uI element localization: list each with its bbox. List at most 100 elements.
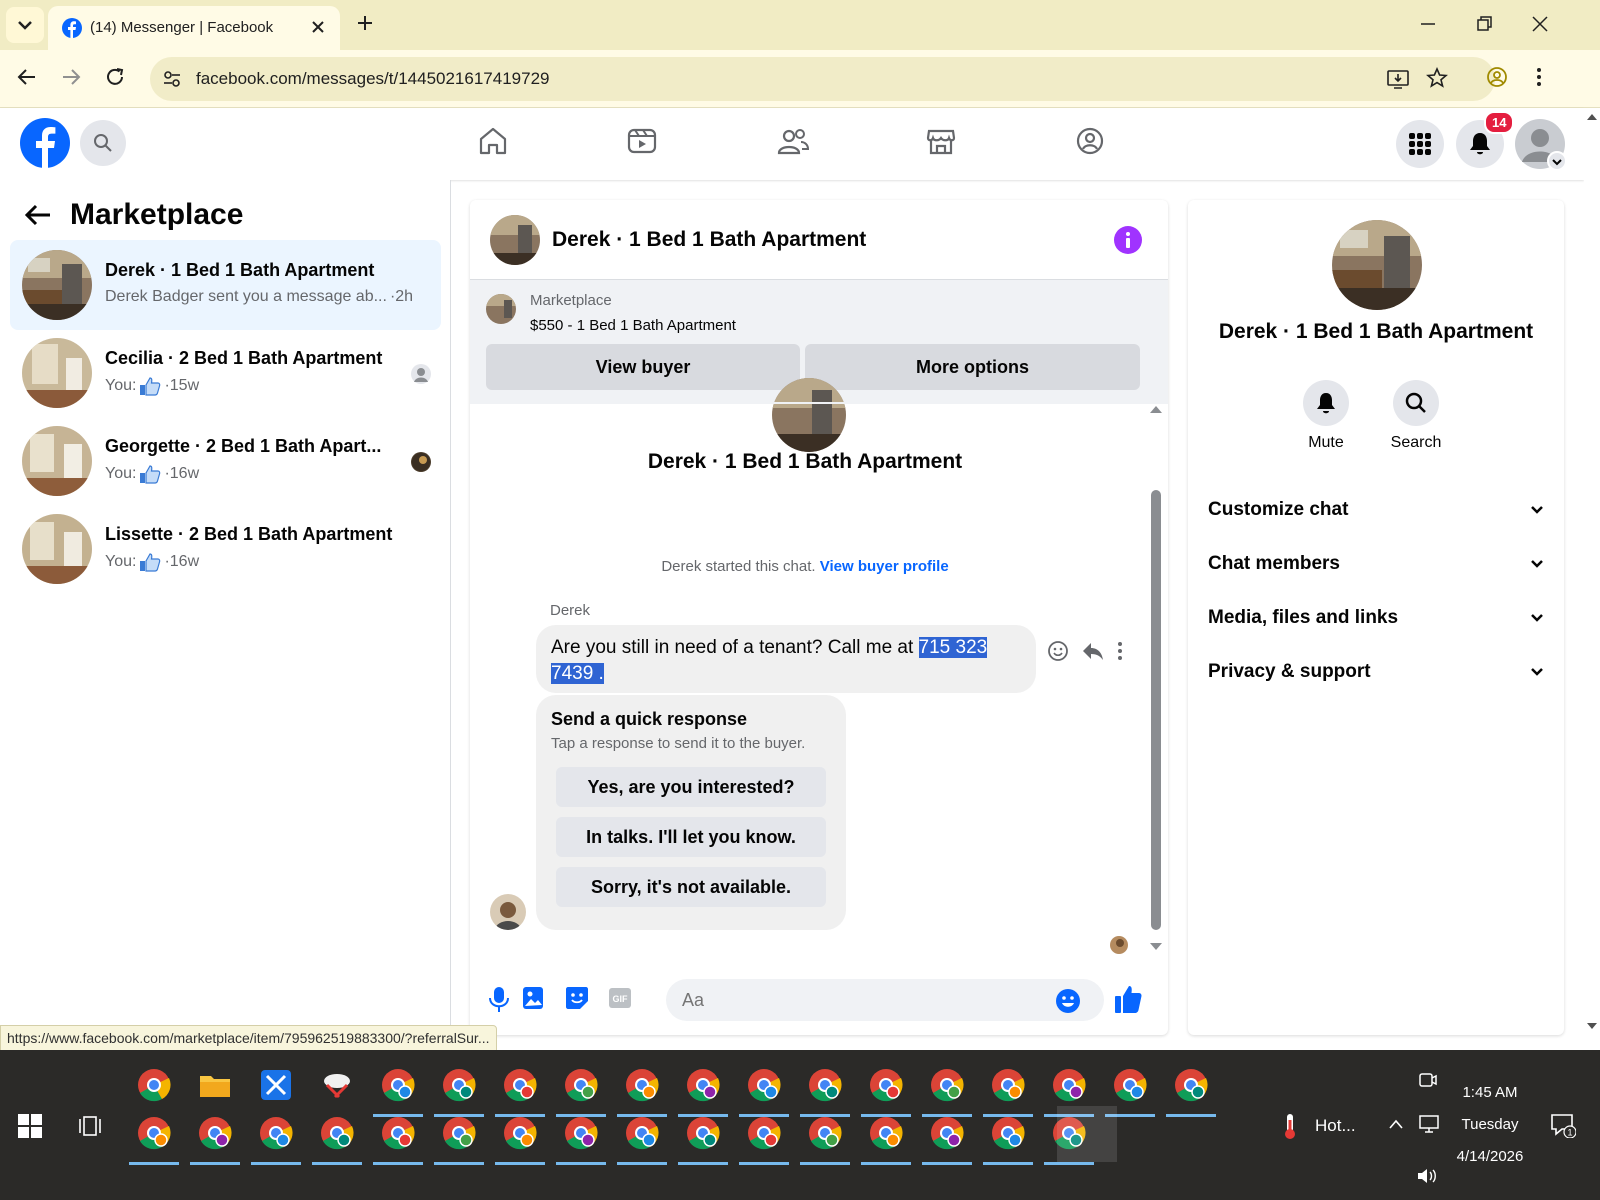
conversation-item-derek[interactable]: Derek · 1 Bed 1 Bath Apartment Derek Bad… [10, 240, 441, 330]
taskbar-chrome-icon[interactable] [624, 1115, 660, 1151]
network-icon[interactable] [1418, 1114, 1440, 1134]
gif-icon[interactable]: GIF [608, 985, 632, 1011]
back-arrow-icon[interactable] [16, 66, 38, 88]
search-in-conversation-button[interactable]: Search [1376, 380, 1456, 452]
taskbar-chrome-icon[interactable] [136, 1115, 172, 1151]
facebook-logo-icon[interactable] [20, 118, 70, 168]
conversation-item-lissette[interactable]: Lissette · 2 Bed 1 Bath Apartment You: ·1… [10, 504, 441, 594]
close-window-icon[interactable] [1530, 14, 1550, 34]
more-options-button[interactable]: More options [805, 344, 1140, 390]
clock-time[interactable]: 1:45 AM [1440, 1084, 1540, 1101]
snipping-tool-icon[interactable] [319, 1067, 355, 1103]
start-windows-icon[interactable] [18, 1114, 42, 1138]
chat-members-section[interactable]: Chat members [1208, 544, 1544, 584]
listing-title[interactable]: $550 - 1 Bed 1 Bath Apartment [530, 317, 736, 334]
restore-window-icon[interactable] [1474, 14, 1494, 34]
notification-center-icon[interactable]: 1 [1550, 1112, 1576, 1138]
taskbar-chrome-icon[interactable] [441, 1115, 477, 1151]
taskbar-chrome-icon[interactable] [685, 1115, 721, 1151]
conversation-item-georgette[interactable]: Georgette · 2 Bed 1 Bath Apart... You: ·1… [10, 416, 441, 506]
clock-day[interactable]: Tuesday [1440, 1116, 1540, 1133]
address-bar[interactable]: facebook.com/messages/t/1445021617419729 [150, 57, 1495, 101]
browser-tab-messenger[interactable]: (14) Messenger | Facebook [48, 6, 340, 50]
taskbar-chrome-icon[interactable] [990, 1067, 1026, 1103]
taskbar-chrome-icon[interactable] [563, 1067, 599, 1103]
conversation-avatar[interactable] [1332, 220, 1422, 310]
clock-date[interactable]: 4/14/2026 [1440, 1148, 1540, 1165]
view-buyer-profile-link[interactable]: View buyer profile [820, 558, 949, 575]
tab-close-icon[interactable] [310, 19, 326, 35]
meet-now-icon[interactable] [1418, 1070, 1438, 1090]
url-text[interactable]: facebook.com/messages/t/1445021617419729 [196, 69, 549, 89]
taskbar-chrome-icon[interactable] [746, 1115, 782, 1151]
more-actions-icon[interactable] [1116, 640, 1124, 662]
taskbar-chrome-icon[interactable] [502, 1067, 538, 1103]
show-hidden-icons-chevron-icon[interactable] [1388, 1118, 1404, 1130]
customize-chat-section[interactable]: Customize chat [1208, 490, 1544, 530]
taskbar-chrome-icon[interactable] [929, 1067, 965, 1103]
thumbs-up-send-icon[interactable] [1114, 984, 1142, 1014]
emoji-picker-icon[interactable] [1055, 988, 1081, 1014]
taskbar-chrome-icon[interactable] [685, 1067, 721, 1103]
chat-scrollbar[interactable] [1151, 490, 1161, 930]
video-icon[interactable] [627, 126, 657, 156]
react-emoji-icon[interactable] [1047, 640, 1069, 662]
friends-icon[interactable] [777, 126, 809, 156]
taskbar-chrome-icon[interactable] [1173, 1067, 1209, 1103]
media-files-links-section[interactable]: Media, files and links [1208, 598, 1544, 638]
taskbar-chrome-icon[interactable] [929, 1115, 965, 1151]
chrome-icon[interactable] [136, 1067, 172, 1103]
conversation-info-icon[interactable] [1114, 226, 1142, 254]
reload-icon[interactable] [104, 66, 126, 88]
volume-icon[interactable] [1416, 1166, 1438, 1186]
menu-grid-button[interactable] [1396, 120, 1444, 168]
incoming-message-bubble[interactable]: Are you still in need of a tenant? Call … [536, 625, 1036, 693]
view-buyer-button[interactable]: View buyer [486, 344, 800, 390]
new-tab-plus-icon[interactable] [356, 14, 374, 32]
conversation-item-cecilia[interactable]: Cecilia · 2 Bed 1 Bath Apartment You: ·15… [10, 328, 441, 418]
home-icon[interactable] [478, 126, 508, 156]
install-app-icon[interactable] [1386, 68, 1410, 90]
forward-arrow-icon[interactable] [60, 66, 82, 88]
tab-search-dropdown-button[interactable] [6, 7, 44, 43]
taskbar-chrome-icon[interactable] [380, 1115, 416, 1151]
app-blue-icon[interactable] [258, 1067, 294, 1103]
mute-button[interactable]: Mute [1286, 380, 1366, 452]
scroll-up-arrow-icon[interactable] [1149, 404, 1163, 414]
message-input[interactable] [666, 979, 1104, 1021]
browser-menu-icon[interactable] [1534, 66, 1544, 88]
taskbar-chrome-icon[interactable] [807, 1115, 843, 1151]
site-info-icon[interactable] [162, 69, 182, 89]
taskbar-chrome-icon[interactable] [868, 1115, 904, 1151]
taskbar-chrome-icon[interactable] [197, 1115, 233, 1151]
quick-response-in-talks-button[interactable]: In talks. I'll let you know. [556, 817, 826, 857]
photo-icon[interactable] [521, 985, 545, 1011]
account-avatar-button[interactable] [1514, 118, 1566, 170]
taskbar-chrome-icon[interactable] [258, 1115, 294, 1151]
taskbar-chrome-icon[interactable] [746, 1067, 782, 1103]
quick-response-yes-button[interactable]: Yes, are you interested? [556, 767, 826, 807]
profile-icon[interactable] [1486, 66, 1508, 88]
reply-arrow-icon[interactable] [1081, 640, 1105, 662]
taskbar-chrome-icon[interactable] [319, 1115, 355, 1151]
taskbar-chrome-icon[interactable] [807, 1067, 843, 1103]
scroll-down-arrow-icon[interactable] [1149, 942, 1163, 952]
file-explorer-icon[interactable] [197, 1067, 233, 1103]
taskbar-chrome-icon[interactable] [502, 1115, 538, 1151]
sticker-icon[interactable] [564, 985, 590, 1011]
back-arrow-icon[interactable] [24, 203, 52, 227]
marketplace-icon[interactable] [926, 126, 956, 156]
task-view-icon[interactable] [78, 1114, 102, 1138]
taskbar-chrome-icon[interactable] [380, 1067, 416, 1103]
chat-avatar[interactable] [490, 215, 540, 265]
chat-title[interactable]: Derek · 1 Bed 1 Bath Apartment [552, 228, 866, 252]
gaming-icon[interactable] [1075, 126, 1105, 156]
minimize-window-icon[interactable] [1418, 14, 1438, 34]
taskbar-chrome-icon[interactable] [990, 1115, 1026, 1151]
taskbar-chrome-icon[interactable] [441, 1067, 477, 1103]
quick-response-not-available-button[interactable]: Sorry, it's not available. [556, 867, 826, 907]
taskbar-chrome-icon[interactable] [624, 1067, 660, 1103]
sender-avatar[interactable] [490, 894, 526, 930]
search-facebook-button[interactable] [80, 120, 126, 166]
bookmark-star-icon[interactable] [1426, 67, 1448, 89]
